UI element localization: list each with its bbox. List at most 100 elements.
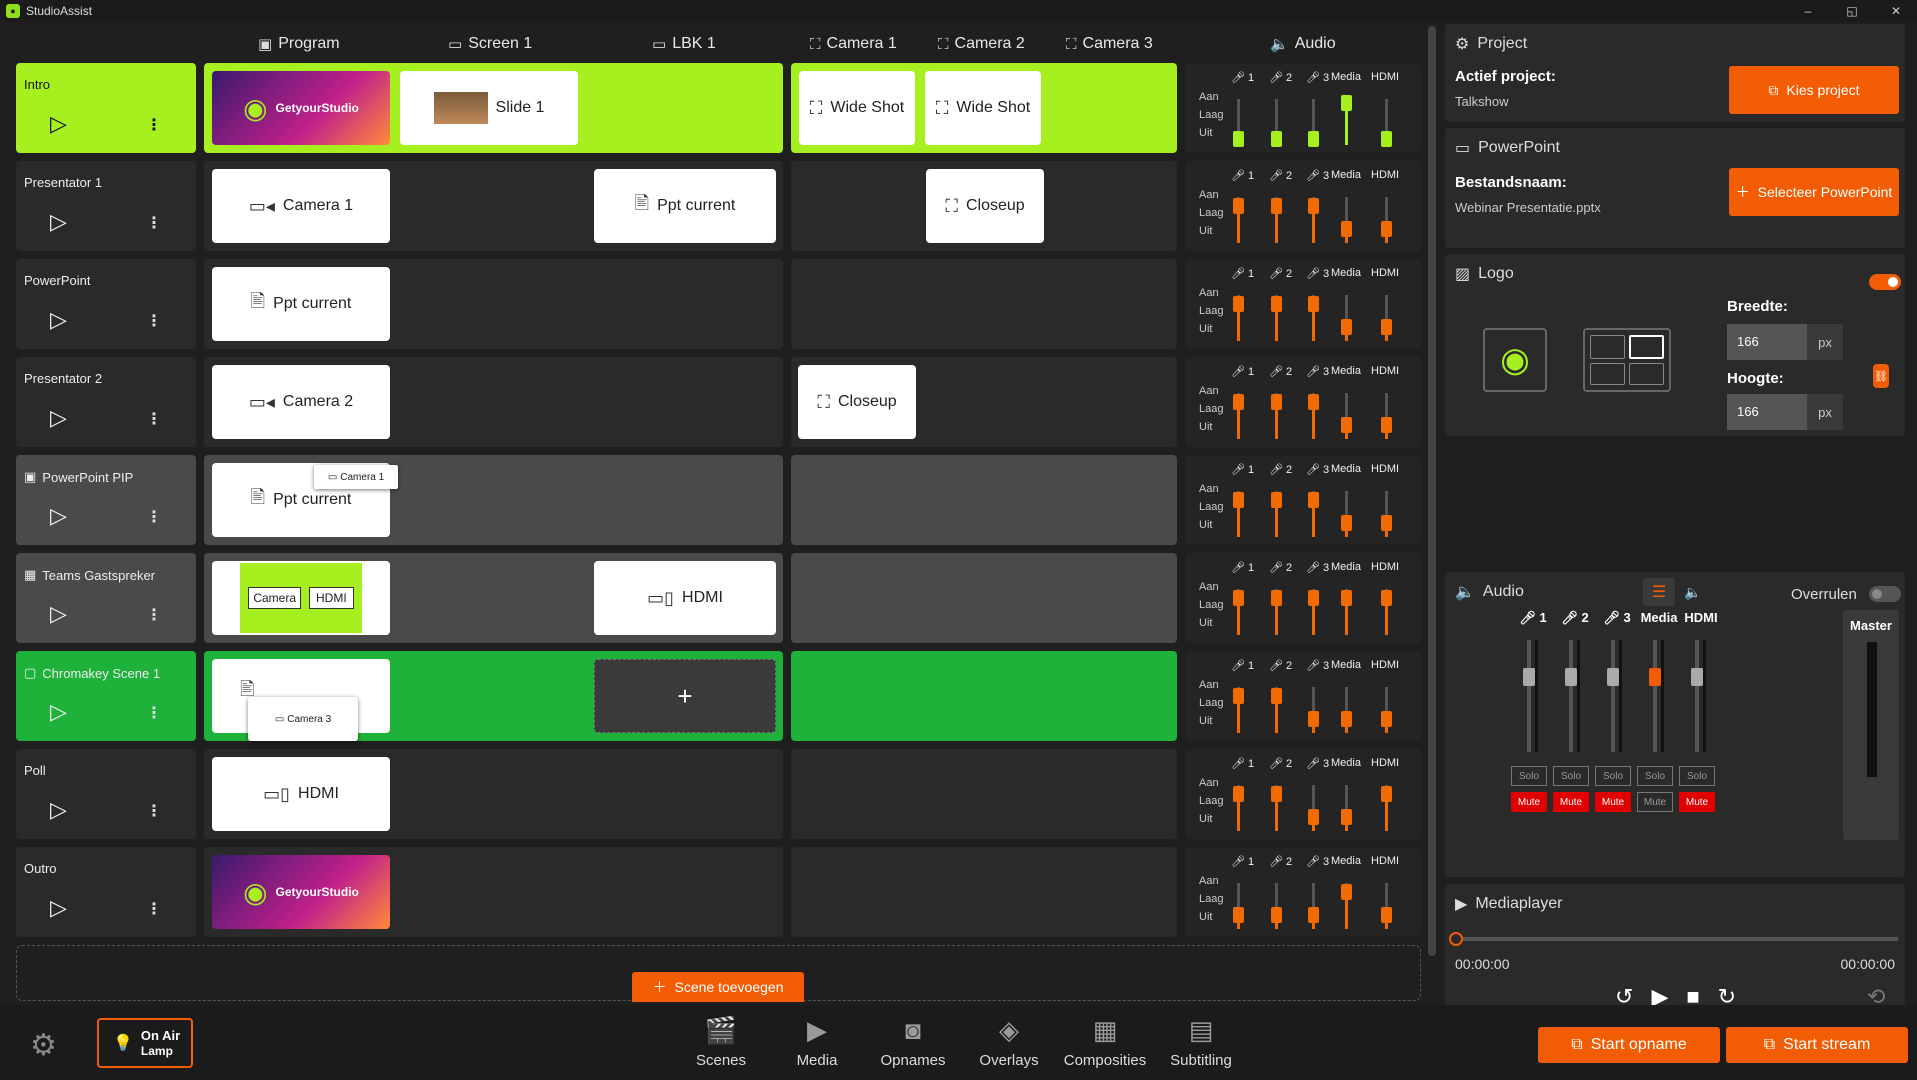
play-icon[interactable]: ▷ xyxy=(50,209,67,235)
program-screen-zone[interactable]: 🖹 Ppt current xyxy=(204,259,783,349)
maximize-button[interactable]: ◱ xyxy=(1832,0,1872,22)
channel-fader[interactable] xyxy=(1341,295,1352,341)
position-bottom-left[interactable] xyxy=(1590,363,1625,385)
teams-composite-card[interactable]: Camera HDMI xyxy=(212,561,390,635)
add-source-slot[interactable]: + xyxy=(594,659,776,733)
channel-fader[interactable] xyxy=(1233,785,1244,831)
minimize-button[interactable]: – xyxy=(1788,0,1828,22)
audio-channel-fader[interactable] xyxy=(1691,640,1703,752)
camera-shot-card[interactable]: ⛶ Wide Shot xyxy=(799,71,915,145)
channel-fader[interactable] xyxy=(1233,883,1244,929)
more-options-icon[interactable]: ⋮ xyxy=(146,605,162,625)
fader-knob[interactable] xyxy=(1607,668,1619,686)
channel-fader[interactable] xyxy=(1233,99,1244,147)
channel-fader[interactable] xyxy=(1233,197,1244,243)
mute-button[interactable]: Mute xyxy=(1595,792,1631,812)
logo-toggle[interactable] xyxy=(1869,274,1901,290)
channel-fader[interactable] xyxy=(1271,785,1282,831)
channel-fader[interactable] xyxy=(1233,491,1244,537)
channel-fader[interactable] xyxy=(1271,393,1282,439)
lock-ratio-icon[interactable]: ⛓ xyxy=(1873,364,1889,388)
channel-fader[interactable] xyxy=(1341,491,1352,537)
program-screen-zone[interactable]: 🖹 ▭ Camera 3 + xyxy=(204,651,783,741)
audio-channel-fader[interactable] xyxy=(1565,640,1577,752)
scene-tile[interactable]: Poll ▷ ⋮ xyxy=(16,749,196,839)
play-icon[interactable]: ▷ xyxy=(50,601,67,627)
logo-thumbnail[interactable]: ◉ GetyourStudio xyxy=(212,855,390,929)
camera-zone[interactable]: ⛶ Closeup xyxy=(791,161,1177,251)
channel-fader[interactable] xyxy=(1381,491,1392,537)
play-icon[interactable]: ▷ xyxy=(50,307,67,333)
channel-fader[interactable] xyxy=(1341,197,1352,243)
channel-fader[interactable] xyxy=(1341,883,1352,929)
ppt-card[interactable]: 🖹 Ppt current ▭ Camera 1 xyxy=(212,463,398,537)
play-icon[interactable]: ▷ xyxy=(50,405,67,431)
camera-shot-card[interactable]: ⛶ Closeup xyxy=(926,169,1044,243)
start-recording-button[interactable]: ⧉ Start opname xyxy=(1538,1027,1720,1063)
channel-fader[interactable] xyxy=(1233,687,1244,733)
mute-button[interactable]: Mute xyxy=(1553,792,1589,812)
scene-tile[interactable]: ▢ Chromakey Scene 1 ▷ ⋮ xyxy=(16,651,196,741)
choose-project-button[interactable]: ⧉ Kies project xyxy=(1729,66,1899,114)
program-screen-zone[interactable]: Camera HDMI ▭▯ HDMI xyxy=(204,553,783,643)
channel-fader[interactable] xyxy=(1381,883,1392,929)
pip-camera-overlay[interactable]: ▭ Camera 1 xyxy=(314,465,398,489)
camera-zone[interactable]: ⛶ Wide Shot ⛶ Wide Shot xyxy=(791,63,1177,153)
channel-fader[interactable] xyxy=(1233,295,1244,341)
channel-fader[interactable] xyxy=(1271,687,1282,733)
channel-fader[interactable] xyxy=(1381,393,1392,439)
height-field[interactable]: 166 px xyxy=(1727,394,1843,430)
channel-fader[interactable] xyxy=(1308,197,1319,243)
mute-button[interactable]: Mute xyxy=(1511,792,1547,812)
channel-fader[interactable] xyxy=(1308,589,1319,635)
fader-knob[interactable] xyxy=(1691,668,1703,686)
channel-fader[interactable] xyxy=(1308,491,1319,537)
channel-fader[interactable] xyxy=(1308,883,1319,929)
channel-fader[interactable] xyxy=(1381,589,1392,635)
more-options-icon[interactable]: ⋮ xyxy=(146,115,162,135)
solo-button[interactable]: Solo xyxy=(1679,766,1715,786)
channel-fader[interactable] xyxy=(1341,589,1352,635)
play-icon[interactable]: ▷ xyxy=(50,797,67,823)
channel-fader[interactable] xyxy=(1341,95,1352,145)
more-options-icon[interactable]: ⋮ xyxy=(146,409,162,429)
play-icon[interactable]: ▷ xyxy=(50,503,67,529)
overrulen-toggle[interactable] xyxy=(1869,586,1901,602)
solo-button[interactable]: Solo xyxy=(1595,766,1631,786)
scene-tile[interactable]: Intro ▷ ⋮ xyxy=(16,63,196,153)
audio-channel-fader[interactable] xyxy=(1649,640,1661,752)
channel-fader[interactable] xyxy=(1308,393,1319,439)
camera-zone[interactable] xyxy=(791,651,1177,741)
channel-fader[interactable] xyxy=(1233,589,1244,635)
camera-zone[interactable] xyxy=(791,749,1177,839)
more-options-icon[interactable]: ⋮ xyxy=(146,213,162,233)
nav-composities[interactable]: ▦ Composities xyxy=(1060,1015,1150,1069)
channel-fader[interactable] xyxy=(1271,491,1282,537)
position-top-right[interactable] xyxy=(1629,335,1664,359)
program-screen-zone[interactable]: ▭◂ Camera 2 xyxy=(204,357,783,447)
more-options-icon[interactable]: ⋮ xyxy=(146,703,162,723)
program-screen-zone[interactable]: ◉ GetyourStudio xyxy=(204,847,783,937)
media-progress-thumb[interactable] xyxy=(1449,932,1463,946)
program-screen-zone[interactable]: ▭◂ Camera 1 🖹 Ppt current xyxy=(204,161,783,251)
nav-scenes[interactable]: 🎬 Scenes xyxy=(676,1015,766,1069)
chroma-composite-card[interactable]: 🖹 ▭ Camera 3 xyxy=(212,659,390,741)
start-stream-button[interactable]: ⧉ Start stream xyxy=(1726,1027,1908,1063)
channel-fader[interactable] xyxy=(1233,393,1244,439)
nav-opnames[interactable]: ◙ Opnames xyxy=(868,1015,958,1069)
select-powerpoint-button[interactable]: ＋ Selecteer PowerPoint xyxy=(1729,168,1899,216)
camera-shot-card[interactable]: ⛶ Wide Shot xyxy=(925,71,1041,145)
nav-media[interactable]: ▶ Media xyxy=(772,1015,862,1069)
scene-tile[interactable]: ▦ Teams Gastspreker ▷ ⋮ xyxy=(16,553,196,643)
channel-fader[interactable] xyxy=(1381,197,1392,243)
channel-fader[interactable] xyxy=(1308,99,1319,147)
camera-card[interactable]: ▭◂ Camera 2 xyxy=(212,365,390,439)
play-icon[interactable]: ▷ xyxy=(50,111,67,137)
channel-fader[interactable] xyxy=(1271,197,1282,243)
hdmi-card[interactable]: ▭▯ HDMI xyxy=(212,757,390,831)
mute-button[interactable]: Mute xyxy=(1679,792,1715,812)
scene-list-scrollbar[interactable] xyxy=(1428,26,1436,956)
scene-tile[interactable]: ▣ PowerPoint PIP ▷ ⋮ xyxy=(16,455,196,545)
nav-overlays[interactable]: ◈ Overlays xyxy=(964,1015,1054,1069)
channel-fader[interactable] xyxy=(1308,785,1319,831)
